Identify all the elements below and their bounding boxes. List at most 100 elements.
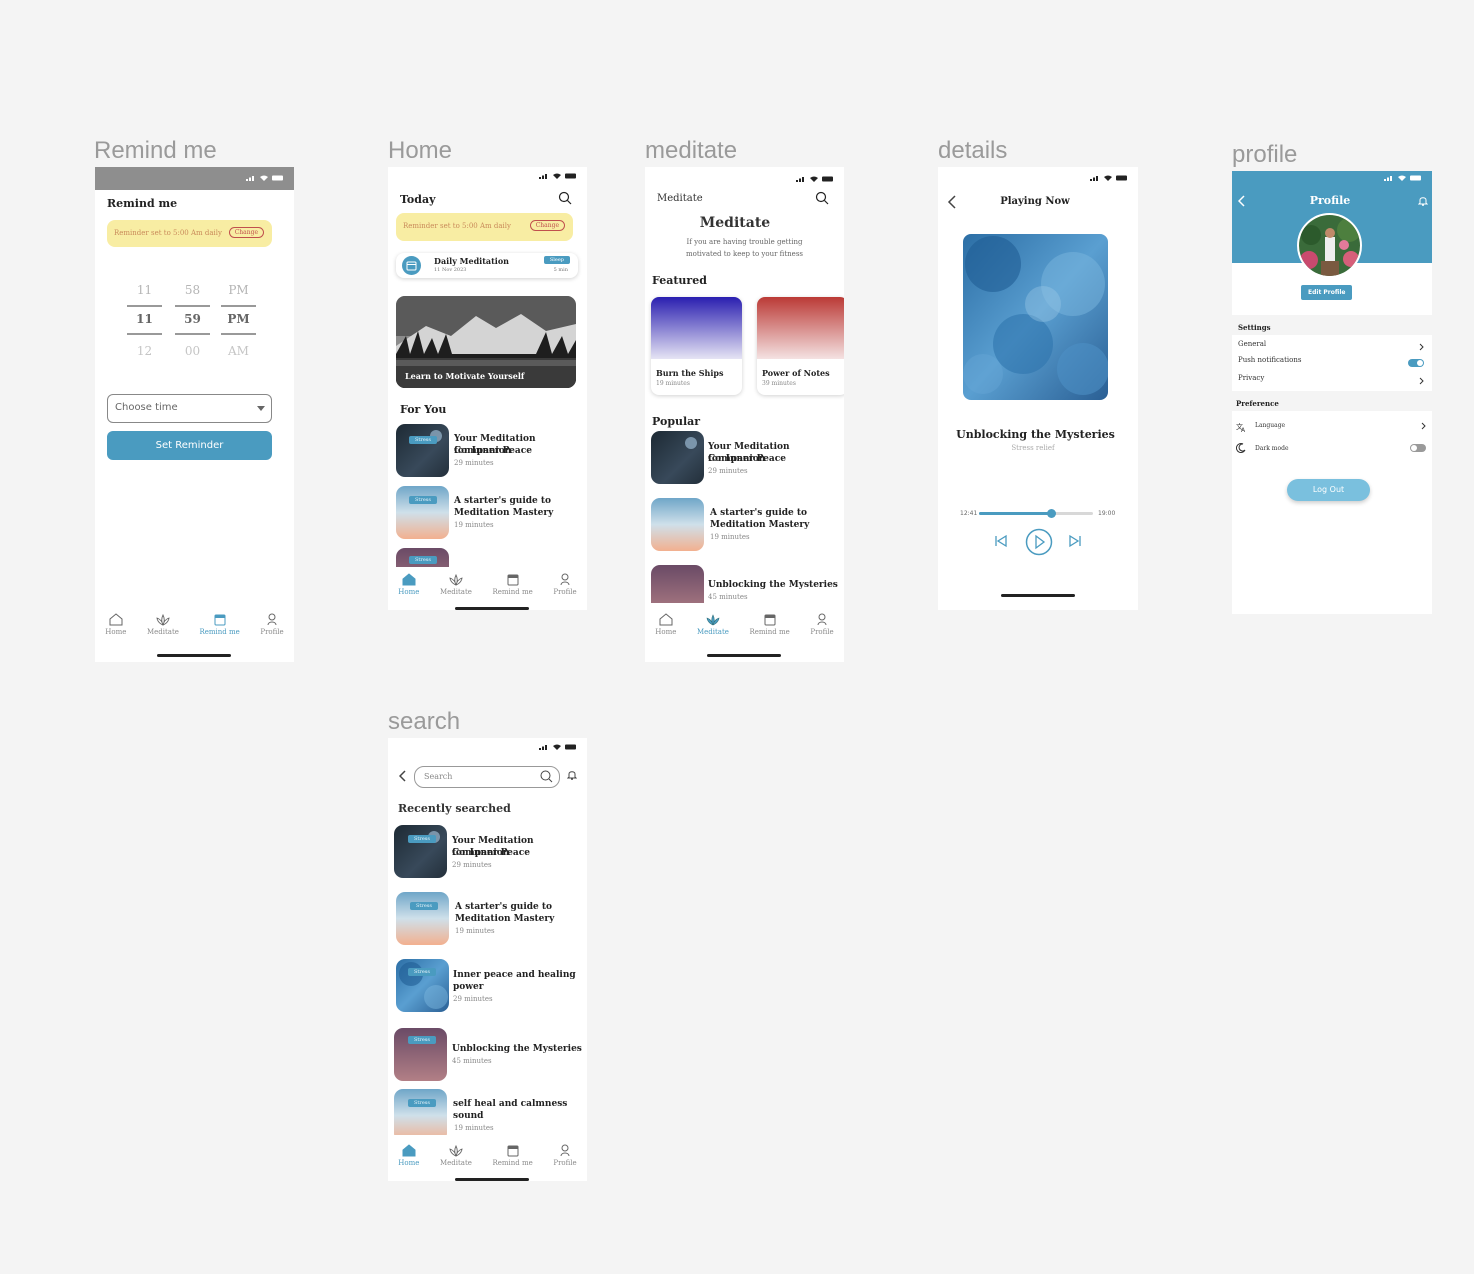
hero-title: Learn to Motivate Yourself: [405, 371, 525, 381]
skip-next-icon[interactable]: [1068, 534, 1082, 548]
change-button[interactable]: Change: [529, 220, 565, 231]
logout-button[interactable]: Log Out: [1287, 479, 1370, 501]
time-select[interactable]: Choose time: [107, 394, 272, 423]
nav-profile-label: Profile: [260, 628, 284, 636]
hour-next[interactable]: 12: [127, 344, 162, 358]
home-icon: [659, 613, 673, 626]
nav-profile-label: Profile: [553, 588, 577, 596]
settings-push[interactable]: Push notifications: [1238, 356, 1426, 367]
garden-photo: [1299, 215, 1360, 276]
nav-home-label: Home: [398, 1159, 420, 1167]
nav-remind[interactable]: Remind me: [493, 573, 533, 596]
hero-card[interactable]: Learn to Motivate Yourself: [396, 296, 576, 388]
bell-icon[interactable]: [1418, 195, 1428, 206]
change-button[interactable]: Change: [228, 227, 264, 238]
nav-remind-label: Remind me: [749, 628, 790, 636]
list-item[interactable]: Stress Unblocking the Mysteries 45 minut…: [394, 1028, 584, 1082]
search-icon[interactable]: [558, 191, 572, 205]
skip-previous-icon[interactable]: [994, 534, 1008, 548]
minute-next[interactable]: 00: [175, 344, 210, 358]
featured-image: [651, 297, 742, 359]
seek-bar[interactable]: [979, 509, 1093, 518]
nav-meditate[interactable]: Meditate: [440, 1144, 472, 1167]
list-item[interactable]: Stress Your Meditation Companion for Inn…: [394, 825, 584, 879]
status-bar: [796, 176, 834, 182]
list-item[interactable]: Unblocking the Mysteries 45 minutes: [651, 565, 841, 603]
avatar[interactable]: [1297, 213, 1362, 278]
push-toggle[interactable]: [1408, 359, 1424, 367]
language-label: Language: [1255, 422, 1286, 429]
list-item[interactable]: Your Meditation Companion for Inner Peac…: [651, 431, 841, 485]
item-duration: 29 minutes: [708, 467, 748, 475]
nav-profile[interactable]: Profile: [553, 573, 577, 596]
minute-prev[interactable]: 58: [175, 283, 210, 297]
dark-mode-toggle[interactable]: [1410, 444, 1426, 452]
nav-home[interactable]: Home: [105, 613, 126, 636]
featured-heading: Featured: [652, 274, 707, 287]
nav-home[interactable]: Home: [398, 573, 419, 596]
nav-profile[interactable]: Profile: [553, 1144, 577, 1167]
bottom-nav: Home Meditate Remind me Profile: [645, 613, 844, 636]
ampm-selected[interactable]: PM: [221, 312, 256, 326]
search-icon[interactable]: [815, 191, 829, 205]
user-icon: [560, 573, 570, 586]
featured-image: [757, 297, 844, 359]
nav-profile-label: Profile: [553, 1159, 577, 1167]
settings-general[interactable]: General: [1238, 340, 1426, 351]
nav-home[interactable]: Home: [398, 1144, 419, 1167]
nav-meditate[interactable]: Meditate: [697, 613, 729, 636]
frame-label-home: Home: [388, 137, 453, 164]
nav-remind[interactable]: Remind me: [200, 613, 240, 636]
edit-profile-button[interactable]: Edit Profile: [1301, 285, 1353, 300]
blue-texture-image: [963, 234, 1108, 400]
minute-selected[interactable]: 59: [175, 312, 210, 326]
list-item[interactable]: Stress self heal and calmness sound 19 m…: [394, 1089, 584, 1135]
nav-profile[interactable]: Profile: [260, 613, 284, 636]
thumbnail: [394, 825, 447, 878]
search-input[interactable]: Search: [414, 766, 560, 788]
settings-privacy[interactable]: Privacy: [1238, 374, 1426, 385]
nav-profile[interactable]: Profile: [810, 613, 834, 636]
list-item[interactable]: Stress A starter's guide to Meditation M…: [396, 486, 582, 540]
item-title-line2: for Inner Peace: [454, 446, 532, 456]
nav-meditate[interactable]: Meditate: [147, 613, 179, 636]
list-item[interactable]: Stress Inner peace and healing power 29 …: [396, 959, 584, 1013]
hour-prev[interactable]: 11: [127, 283, 162, 297]
frame-label-remind: Remind me: [94, 137, 217, 164]
battery-icon: [272, 175, 283, 181]
list-item[interactable]: A starter's guide to Meditation Mastery …: [651, 498, 841, 552]
ampm-next[interactable]: AM: [221, 344, 256, 358]
daily-meditation-card[interactable]: Daily Meditation 11 Nov 2023 Sleep 5 min: [396, 253, 578, 278]
list-item[interactable]: Stress: [396, 548, 582, 568]
moon-icon: [1236, 443, 1246, 453]
hour-selected[interactable]: 11: [127, 312, 162, 326]
featured-card[interactable]: Power of Notes 39 minutes: [757, 297, 844, 395]
calendar-icon: [214, 614, 226, 626]
featured-duration: 39 minutes: [762, 380, 796, 387]
tag-badge: Stress: [408, 1099, 436, 1107]
bell-icon[interactable]: [567, 769, 577, 780]
seek-handle[interactable]: [1046, 509, 1056, 518]
ampm-prev[interactable]: PM: [221, 283, 256, 297]
nav-remind[interactable]: Remind me: [493, 1144, 533, 1167]
featured-card[interactable]: Burn the Ships 19 minutes: [651, 297, 742, 395]
nav-home-label: Home: [105, 628, 127, 636]
item-title-line1: self heal and calmness: [453, 1099, 568, 1109]
list-item[interactable]: Stress A starter's guide to Meditation M…: [396, 892, 584, 946]
thumbnail: [651, 431, 704, 484]
frame-label-details: details: [938, 137, 1008, 164]
nav-meditate[interactable]: Meditate: [440, 573, 472, 596]
thumbnail: [394, 1089, 447, 1135]
nav-home[interactable]: Home: [655, 613, 676, 636]
frame-label-search: search: [388, 708, 461, 735]
item-title-line2: Meditation Mastery: [455, 914, 555, 924]
list-item[interactable]: Stress Your Meditation Companion for Inn…: [396, 424, 582, 478]
set-reminder-button[interactable]: Set Reminder: [107, 431, 272, 460]
nav-remind[interactable]: Remind me: [750, 613, 790, 636]
search-icon[interactable]: [540, 770, 553, 783]
bottom-nav: Home Meditate Remind me Profile: [95, 613, 294, 636]
back-arrow-icon[interactable]: [399, 770, 407, 782]
wifi-icon: [260, 175, 268, 181]
play-button-icon[interactable]: [1025, 528, 1053, 556]
chevron-right-icon: [1421, 422, 1426, 430]
